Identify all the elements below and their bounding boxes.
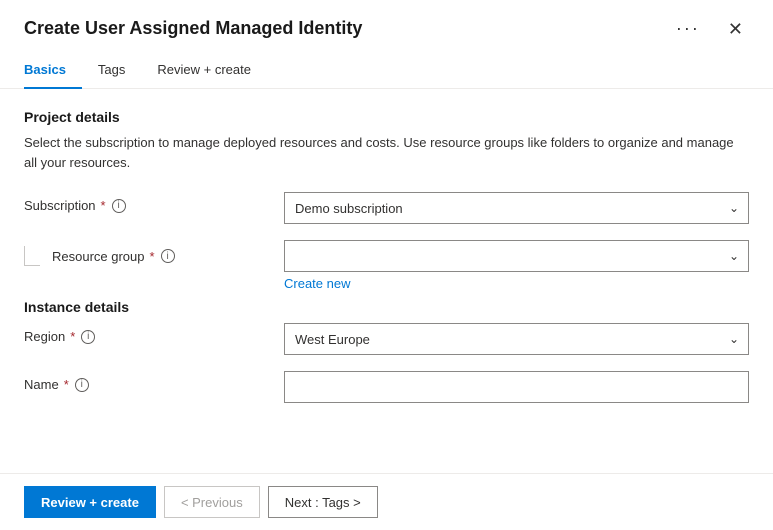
region-label-col: Region * i [24,323,284,344]
resource-group-select[interactable] [284,240,749,272]
region-control: West Europe ⌄ [284,323,749,355]
project-details-description: Select the subscription to manage deploy… [24,133,749,172]
name-row: Name * i [24,371,749,403]
subscription-control: Demo subscription ⌄ [284,192,749,224]
region-label: Region [24,329,65,344]
project-details-title: Project details [24,109,749,125]
tab-bar: Basics Tags Review + create [0,42,773,89]
resource-group-info-icon[interactable]: i [161,249,175,263]
region-required: * [70,329,75,344]
next-tags-button[interactable]: Next : Tags > [268,486,378,518]
resource-group-label: Resource group [52,249,145,264]
region-select-wrapper: West Europe ⌄ [284,323,749,355]
name-input[interactable] [284,371,749,403]
name-label: Name [24,377,59,392]
indent-line [24,246,40,266]
instance-details-title: Instance details [24,299,749,315]
subscription-select[interactable]: Demo subscription [284,192,749,224]
name-control [284,371,749,403]
header-actions: ··· ✕ [670,16,749,41]
dialog-header: Create User Assigned Managed Identity ··… [0,0,773,42]
instance-details-section: Instance details Region * i West Europe … [24,299,749,403]
subscription-info-icon[interactable]: i [112,199,126,213]
resource-group-required: * [150,249,155,264]
previous-button[interactable]: < Previous [164,486,260,518]
create-managed-identity-dialog: Create User Assigned Managed Identity ··… [0,0,773,530]
resource-group-select-wrapper: ⌄ [284,240,749,272]
ellipsis-button[interactable]: ··· [670,16,706,41]
create-new-resource-group-link[interactable]: Create new [284,276,350,291]
name-required: * [64,377,69,392]
subscription-label: Subscription [24,198,96,213]
dialog-body: Project details Select the subscription … [0,89,773,473]
name-label-col: Name * i [24,371,284,392]
subscription-select-wrapper: Demo subscription ⌄ [284,192,749,224]
region-select[interactable]: West Europe [284,323,749,355]
resource-group-control: ⌄ Create new [284,240,749,291]
name-info-icon[interactable]: i [75,378,89,392]
subscription-label-col: Subscription * i [24,192,284,213]
dialog-footer: Review + create < Previous Next : Tags > [0,473,773,530]
subscription-row: Subscription * i Demo subscription ⌄ [24,192,749,224]
resource-group-label-col: Resource group * i [24,240,284,266]
tab-tags[interactable]: Tags [82,54,141,89]
review-create-button[interactable]: Review + create [24,486,156,518]
region-info-icon[interactable]: i [81,330,95,344]
close-button[interactable]: ✕ [722,18,749,40]
tab-basics[interactable]: Basics [24,54,82,89]
subscription-required: * [101,198,106,213]
resource-group-row: Resource group * i ⌄ Create new [24,240,749,291]
region-row: Region * i West Europe ⌄ [24,323,749,355]
tab-review-create[interactable]: Review + create [141,54,267,89]
dialog-title: Create User Assigned Managed Identity [24,18,362,39]
